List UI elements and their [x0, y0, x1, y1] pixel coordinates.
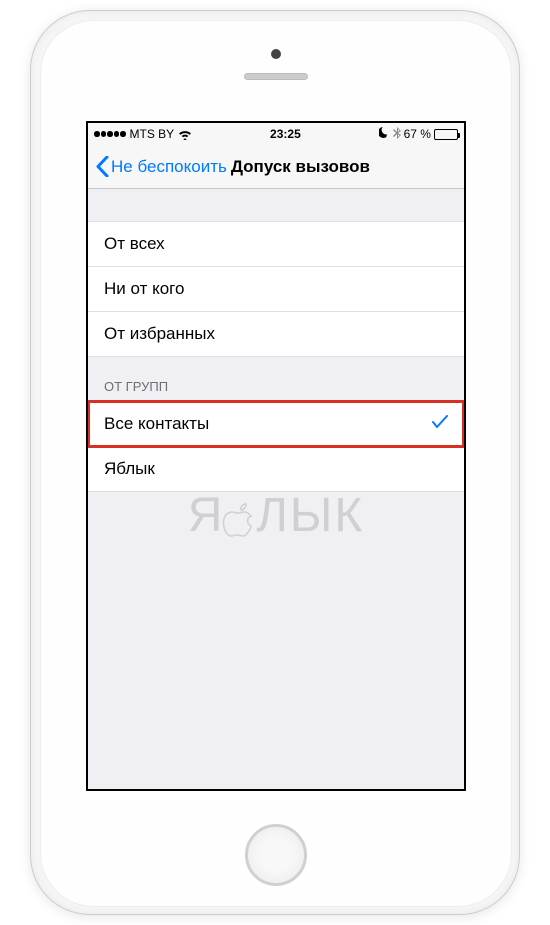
battery-percent: 67 %	[404, 127, 431, 141]
option-favorites[interactable]: От избранных	[88, 312, 464, 357]
apple-icon	[222, 497, 258, 539]
cell-label: Яблык	[104, 459, 155, 479]
option-no-one[interactable]: Ни от кого	[88, 267, 464, 312]
back-button[interactable]: Не беспокоить	[96, 156, 227, 177]
carrier-label: MTS BY	[130, 127, 175, 141]
status-time: 23:25	[270, 127, 301, 141]
check-icon	[432, 414, 448, 434]
status-bar: MTS BY 23:25 67 %	[88, 123, 464, 145]
watermark-right: ЛЫК	[256, 489, 364, 542]
option-all-contacts[interactable]: Все контакты	[88, 401, 464, 447]
speaker-grille	[244, 73, 308, 80]
bluetooth-icon	[393, 127, 401, 142]
status-left: MTS BY	[94, 127, 192, 141]
option-yablyk[interactable]: Яблык	[88, 447, 464, 492]
screen: MTS BY 23:25 67 %	[86, 121, 466, 791]
front-camera	[271, 49, 281, 59]
nav-bar: Не беспокоить Допуск вызовов	[88, 145, 464, 189]
back-label: Не беспокоить	[111, 157, 227, 177]
groups-header: ОТ ГРУПП	[88, 357, 464, 401]
home-button[interactable]	[245, 824, 307, 886]
option-everyone[interactable]: От всех	[88, 221, 464, 267]
moon-icon	[379, 127, 390, 141]
watermark: Я ЛЫК	[88, 488, 464, 543]
cell-label: От всех	[104, 234, 165, 254]
chevron-left-icon	[96, 156, 109, 177]
cell-label: Ни от кого	[104, 279, 184, 299]
cell-label: От избранных	[104, 324, 215, 344]
status-right: 67 %	[379, 127, 458, 142]
phone-body: MTS BY 23:25 67 %	[40, 20, 512, 907]
groups-group: Все контакты Яблык	[88, 401, 464, 492]
wifi-icon	[178, 129, 192, 140]
battery-icon	[434, 129, 458, 140]
phone-frame: MTS BY 23:25 67 %	[30, 10, 520, 915]
main-group: От всех Ни от кого От избранных	[88, 221, 464, 357]
cell-label: Все контакты	[104, 414, 209, 434]
content: От всех Ни от кого От избранных ОТ ГРУПП…	[88, 189, 464, 492]
watermark-left: Я	[188, 489, 225, 542]
signal-icon	[94, 131, 126, 137]
page-title: Допуск вызовов	[231, 157, 370, 177]
